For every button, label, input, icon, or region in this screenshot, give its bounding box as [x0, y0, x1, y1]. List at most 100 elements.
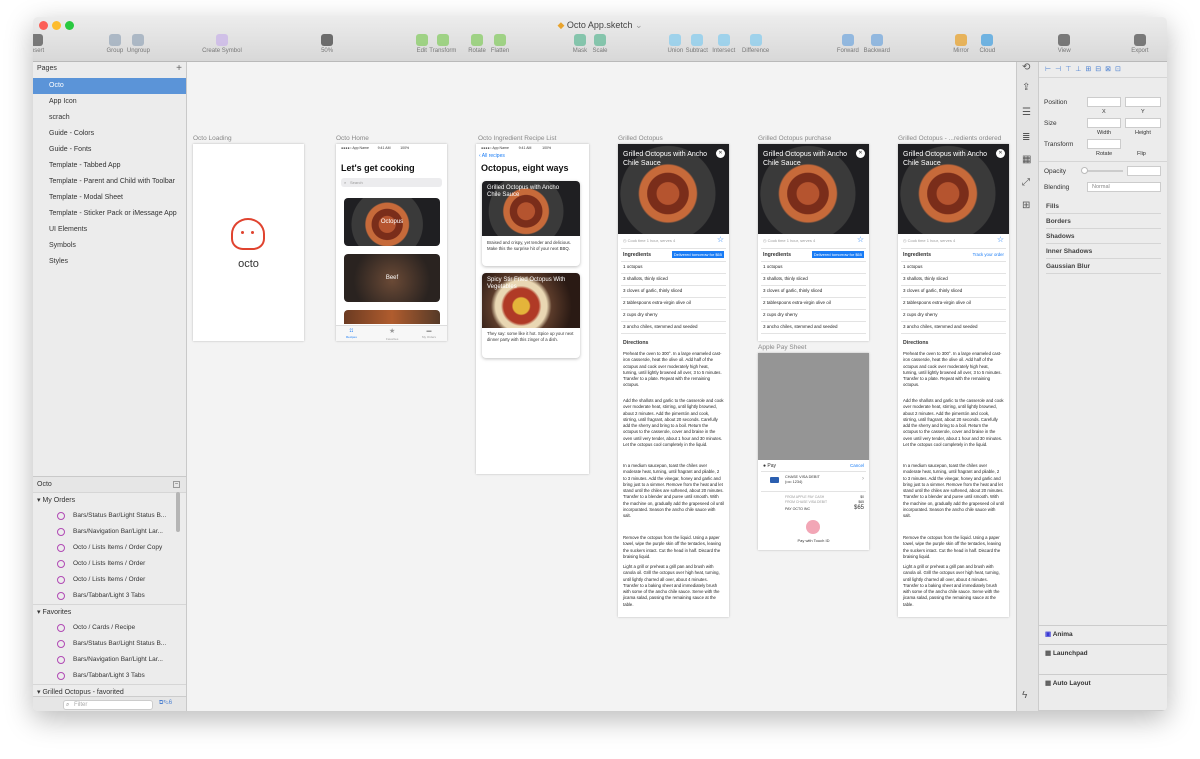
artboard-recipe-list[interactable]: ●●●●○ App Name 9:41 AM 100% ‹ All recipe… — [476, 144, 589, 474]
favorite-star-icon[interactable]: ☆ — [997, 235, 1004, 244]
tab-my-orders[interactable]: ▬ My Orders — [422, 328, 436, 340]
filter-input[interactable]: ⌕ Filter — [63, 700, 153, 710]
artboard-grilled-octopus[interactable]: Grilled Octopus with Ancho Chile Sauce ✕ ◷… — [618, 144, 729, 617]
collapse-icon[interactable]: – — [173, 481, 180, 488]
layer-item[interactable]: Bars/Navigation Bar/Light Lar... — [33, 652, 179, 668]
layer-group[interactable]: ▾ My Orders — [33, 492, 186, 508]
plus-tool[interactable]: Insert — [33, 34, 44, 54]
artboard-apple-pay-sheet[interactable]: ● Pay Cancel CHASE VISA DEBIT (•••• 1234)… — [758, 353, 869, 550]
section-fills[interactable]: Fills — [1046, 203, 1161, 214]
page-item[interactable]: App Icon — [33, 94, 186, 110]
forward-tool[interactable]: Forward — [837, 34, 859, 54]
symbol-filter-icon[interactable]: ⧉✎6 — [159, 700, 172, 707]
favorite-star-icon[interactable]: ☆ — [717, 235, 724, 244]
delivery-button[interactable]: Delivered tomorrow for $65 — [811, 251, 864, 258]
tab-recipes[interactable]: ⟟⟟ Recipes — [346, 328, 357, 340]
payment-card[interactable]: CHASE VISA DEBIT (•••• 1234) — [785, 475, 820, 485]
subtract-tool[interactable]: Subtract — [686, 34, 708, 54]
page-item[interactable]: Template - Modal Sheet — [33, 190, 186, 206]
page-item[interactable]: Template - Tabbed App — [33, 158, 186, 174]
edit-tool[interactable]: Edit — [415, 34, 428, 54]
height-input[interactable] — [1125, 118, 1161, 128]
artboard-octo-home[interactable]: ●●●●○ App Name 9:41 AM 100% Let's get co… — [336, 144, 447, 341]
layer-group[interactable]: ▾ Favorites — [33, 604, 186, 620]
scale-tool[interactable]: Scale — [593, 34, 608, 54]
plugin-auto-layout[interactable]: ▦ Auto Layout — [1039, 674, 1167, 692]
plugin-anima[interactable]: ▣ Anima — [1039, 625, 1167, 643]
artboard-grilled-purchase[interactable]: Grilled Octopus with Ancho Chile Sauce ✕ ◷… — [758, 144, 869, 341]
intersect-tool[interactable]: Intersect — [712, 34, 735, 54]
delivery-button[interactable]: Delivered tomorrow for $65 — [671, 251, 724, 258]
layer-item[interactable]: Octo / Lists Items / Order Copy — [33, 540, 179, 556]
align-tools[interactable]: ⊢⊣⊤⊥⊞⊟⊠⊡ — [1039, 62, 1167, 78]
group-tool[interactable]: Group — [107, 34, 123, 54]
difference-tool[interactable]: Difference — [742, 34, 769, 54]
page-item[interactable]: Styles — [33, 254, 186, 270]
page-item[interactable]: scrach — [33, 110, 186, 126]
artboard-label-home[interactable]: Octo Home — [336, 135, 369, 142]
chevron-right-icon[interactable]: › — [862, 476, 864, 482]
layer-item[interactable]: Bars/Status Bar/Light Status B... — [33, 508, 179, 524]
list-icon[interactable]: ≣ — [1022, 132, 1030, 143]
x-input[interactable] — [1087, 97, 1121, 107]
page-item[interactable]: Symbols — [33, 238, 186, 254]
export-tool[interactable]: Export — [1131, 34, 1149, 54]
flatten-tool[interactable]: Flatten — [491, 34, 509, 54]
page-item[interactable]: Guide - Colors — [33, 126, 186, 142]
touch-id-icon[interactable] — [806, 520, 820, 534]
artboard-label-grilled[interactable]: Grilled Octopus — [618, 135, 663, 142]
plugin-pin[interactable]: ▸ Pin — [1039, 710, 1167, 711]
artboard-label-list[interactable]: Octo Ingredient Recipe List — [478, 135, 556, 142]
close-icon[interactable]: ✕ — [856, 149, 865, 158]
artboard-ingredients-ordered[interactable]: Grilled Octopus with Ancho Chile Sauce ✕ ◷… — [898, 144, 1009, 617]
layer-item[interactable]: Octo / Lists Items / Order — [33, 572, 179, 588]
add-artboard-icon[interactable]: ⊞ — [1022, 200, 1030, 211]
backward-tool[interactable]: Backward — [864, 34, 890, 54]
zoom-tool[interactable]: 50% — [321, 34, 333, 54]
artboard-octo-loading[interactable]: octo — [193, 144, 304, 341]
ungroup-tool[interactable]: Ungroup — [127, 34, 150, 54]
artboard-label-loading[interactable]: Octo Loading — [193, 135, 232, 142]
layer-item[interactable]: Bars/Navigation Bar/Light Lar... — [33, 524, 179, 540]
close-icon[interactable]: ✕ — [716, 149, 725, 158]
page-item[interactable]: UI Elements — [33, 222, 186, 238]
layers-icon[interactable]: ☰ — [1022, 107, 1031, 118]
view-tool[interactable]: View — [1058, 34, 1071, 54]
resize-icon[interactable]: ⤢ — [1022, 177, 1030, 188]
layer-item[interactable]: Octo / Lists Items / Order — [33, 556, 179, 572]
cancel-button[interactable]: Cancel — [850, 463, 864, 468]
layers-scrollbar[interactable] — [176, 492, 180, 532]
y-input[interactable] — [1125, 97, 1161, 107]
section-inner-shadows[interactable]: Inner Shadows — [1046, 248, 1161, 259]
beef-category-card[interactable]: Beef — [344, 254, 440, 302]
page-item[interactable]: Template - Parent and Child with Toolbar — [33, 174, 186, 190]
layer-item[interactable]: Bars/Tabbar/Light 3 Tabs — [33, 668, 179, 684]
page-item[interactable]: Guide - Fonts — [33, 142, 186, 158]
home-search-input[interactable]: ⌕ Search — [341, 178, 442, 187]
layer-item[interactable]: Bars/Status Bar/Light Status B... — [33, 636, 179, 652]
back-button[interactable]: ‹ All recipes — [479, 153, 505, 159]
layer-item[interactable]: Octo / Cards / Recipe — [33, 620, 179, 636]
third-category-card[interactable] — [344, 310, 440, 324]
track-order-link[interactable]: Track your order — [973, 252, 1004, 257]
reset-icon[interactable]: ⟲ — [1022, 62, 1030, 73]
page-item[interactable]: Octo — [33, 78, 186, 94]
favorite-star-icon[interactable]: ☆ — [857, 235, 864, 244]
section-shadows[interactable]: Shadows — [1046, 233, 1161, 244]
lightning-icon[interactable]: ϟ — [1022, 690, 1027, 701]
cloud-tool[interactable]: Cloud — [980, 34, 995, 54]
layer-item[interactable]: Bars/Tabbar/Light 3 Tabs — [33, 588, 179, 604]
close-icon[interactable]: ✕ — [996, 149, 1005, 158]
mirror-tool[interactable]: Mirror — [953, 34, 969, 54]
artboard-label-ordered[interactable]: Grilled Octopus - ...redients ordered — [898, 135, 1001, 142]
section-borders[interactable]: Borders — [1046, 218, 1161, 229]
blending-select[interactable]: Normal — [1087, 182, 1161, 192]
symbol-tool[interactable]: Create Symbol — [202, 34, 242, 54]
canvas[interactable]: Octo Loading octo Octo Home ●●●●○ App Na… — [187, 62, 1016, 711]
recipe-card-grilled[interactable]: Grilled Octopus with Ancho Chile Sauce B… — [482, 181, 580, 266]
width-input[interactable] — [1087, 118, 1121, 128]
artboard-label-applepay[interactable]: Apple Pay Sheet — [758, 344, 806, 351]
union-tool[interactable]: Union — [668, 34, 683, 54]
mask-tool[interactable]: Mask — [573, 34, 587, 54]
page-item[interactable]: Template - Sticker Pack or iMessage App — [33, 206, 186, 222]
